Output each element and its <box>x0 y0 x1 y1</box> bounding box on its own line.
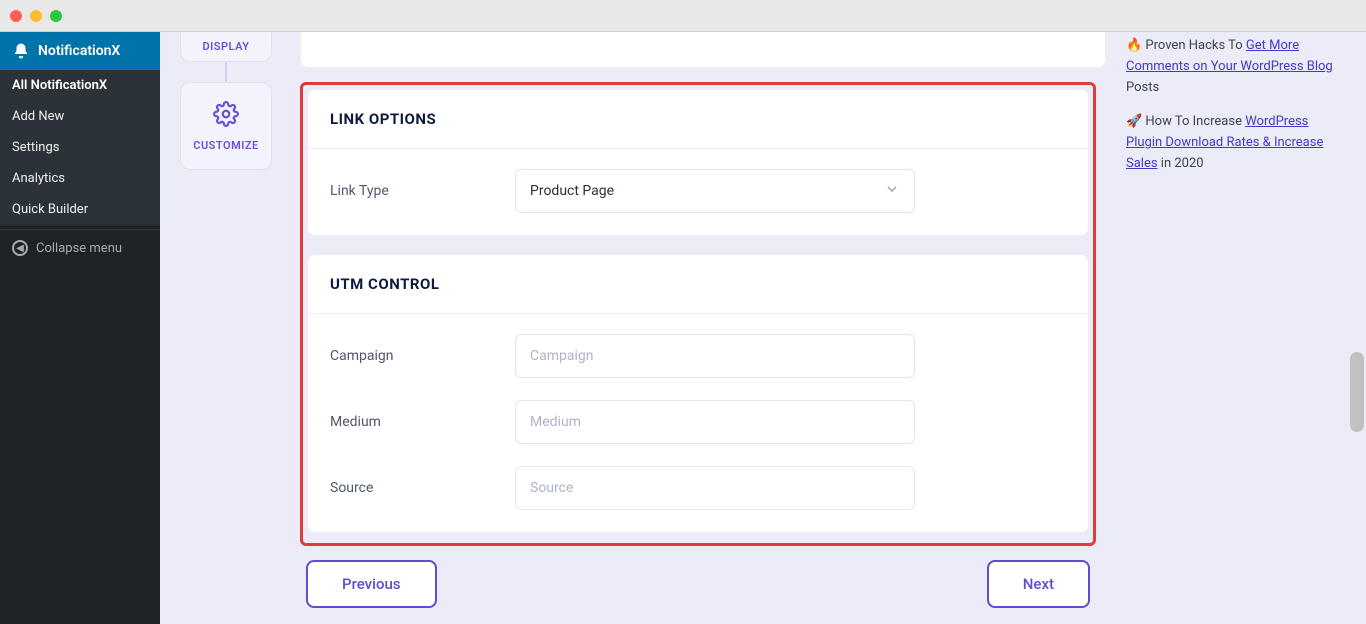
medium-label: Medium <box>330 414 515 430</box>
link-type-select[interactable]: Product Page <box>515 169 915 213</box>
collapse-label: Collapse menu <box>36 241 122 256</box>
campaign-input[interactable] <box>515 334 915 378</box>
rocket-icon: 🚀 <box>1126 114 1142 129</box>
bell-icon <box>12 42 30 60</box>
window-close-icon[interactable] <box>10 10 22 22</box>
sidebar-item-all-notificationx[interactable]: All NotificationX <box>0 70 160 101</box>
highlight-box: LINK OPTIONS Link Type Product Page <box>300 82 1096 546</box>
medium-row: Medium <box>330 400 1066 444</box>
sidebar-item-quick-builder[interactable]: Quick Builder <box>0 194 160 225</box>
scrollbar-thumb[interactable] <box>1350 352 1364 432</box>
link-options-panel: LINK OPTIONS Link Type Product Page <box>307 89 1089 236</box>
tips-panel: 🔥 Proven Hacks To Get More Comments on Y… <box>1126 32 1346 189</box>
sidebar-header-notificationx[interactable]: NotificationX <box>0 32 160 70</box>
tip-item: 🚀 How To Increase WordPress Plugin Downl… <box>1126 112 1346 174</box>
tip-item: 🔥 Proven Hacks To Get More Comments on Y… <box>1126 36 1346 98</box>
wizard-steps: DISPLAY CUSTOMIZE <box>180 32 272 170</box>
step-display[interactable]: DISPLAY <box>180 32 272 62</box>
window-minimize-icon[interactable] <box>30 10 42 22</box>
link-type-row: Link Type Product Page <box>330 169 1066 213</box>
utm-control-panel: UTM CONTROL Campaign Medium <box>307 254 1089 533</box>
window-maximize-icon[interactable] <box>50 10 62 22</box>
link-options-title: LINK OPTIONS <box>308 90 1088 148</box>
sidebar-item-add-new[interactable]: Add New <box>0 101 160 132</box>
sidebar-item-settings[interactable]: Settings <box>0 132 160 163</box>
campaign-row: Campaign <box>330 334 1066 378</box>
step-connector <box>225 62 227 82</box>
campaign-label: Campaign <box>330 348 515 364</box>
step-customize[interactable]: CUSTOMIZE <box>180 82 272 170</box>
medium-input[interactable] <box>515 400 915 444</box>
step-customize-label: CUSTOMIZE <box>193 139 258 152</box>
link-type-value: Product Page <box>530 183 614 199</box>
collapse-icon: ◀ <box>12 240 28 256</box>
sidebar-title: NotificationX <box>38 43 120 59</box>
previous-button[interactable]: Previous <box>306 560 437 608</box>
sidebar-item-analytics[interactable]: Analytics <box>0 163 160 194</box>
source-row: Source <box>330 466 1066 510</box>
admin-sidebar: NotificationX All NotificationX Add New … <box>0 32 160 624</box>
fire-icon: 🔥 <box>1126 38 1142 53</box>
source-label: Source <box>330 480 515 496</box>
link-type-label: Link Type <box>330 183 515 199</box>
next-button[interactable]: Next <box>987 560 1090 608</box>
chevron-down-icon <box>884 181 900 201</box>
step-display-label: DISPLAY <box>202 40 249 53</box>
wizard-nav: Previous Next <box>300 560 1096 608</box>
source-input[interactable] <box>515 466 915 510</box>
utm-control-title: UTM CONTROL <box>308 255 1088 313</box>
browser-chrome <box>0 0 1366 32</box>
gear-icon <box>213 101 239 131</box>
collapse-menu-button[interactable]: ◀ Collapse menu <box>0 229 160 266</box>
